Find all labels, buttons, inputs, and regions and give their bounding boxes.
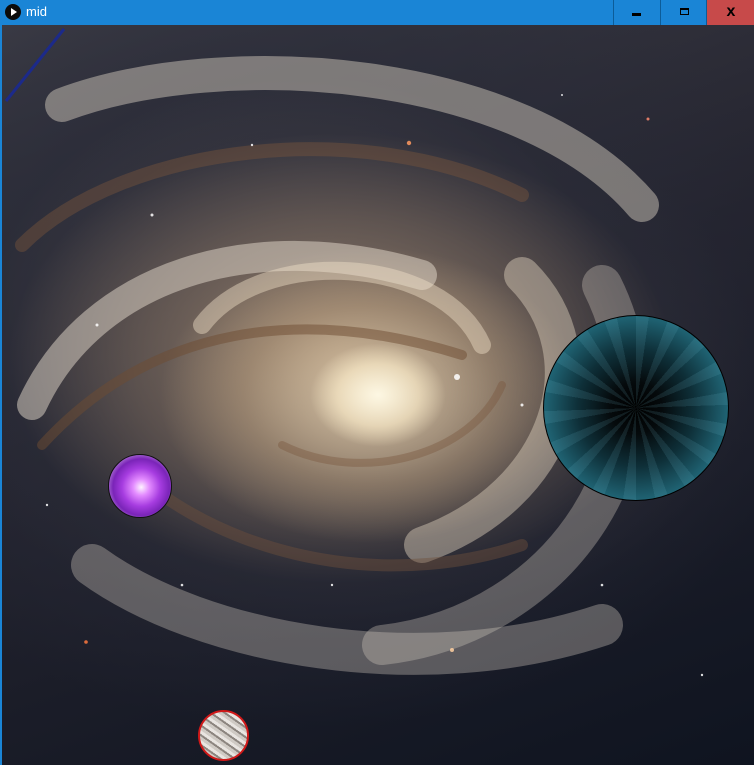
- purple-energy-orb: [108, 454, 172, 518]
- trajectory-line: [4, 28, 66, 102]
- minimize-icon: [632, 13, 641, 16]
- window-title: mid: [26, 4, 47, 19]
- minimize-button[interactable]: [613, 0, 659, 25]
- title-bar[interactable]: mid x: [0, 0, 754, 25]
- play-icon: [5, 4, 21, 20]
- game-canvas[interactable]: [2, 25, 754, 765]
- black-hole: [543, 315, 729, 501]
- maximize-icon: [680, 8, 689, 15]
- maximize-button[interactable]: [660, 0, 706, 25]
- close-button[interactable]: x: [706, 0, 754, 25]
- asteroid: [198, 710, 249, 761]
- close-icon: x: [726, 3, 736, 20]
